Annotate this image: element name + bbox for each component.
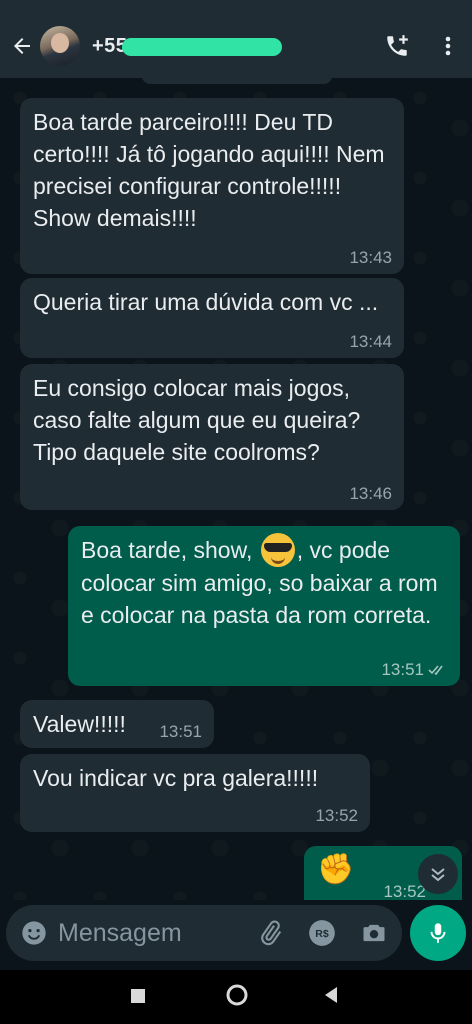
- mic-icon: [430, 923, 446, 943]
- message-incoming[interactable]: Queria tirar uma dúvida com vc ... 13:44: [20, 278, 404, 358]
- message-time: 13:46: [349, 484, 392, 503]
- message-time: 13:43: [349, 248, 392, 267]
- emoji-icon[interactable]: [20, 919, 48, 947]
- date-chip: [142, 78, 332, 84]
- message-time: 13:52: [383, 882, 426, 900]
- system-nav-bar: [0, 970, 472, 1024]
- message-text: Vou indicar vc pra galera!!!!!: [33, 765, 319, 791]
- camera-icon[interactable]: [360, 919, 388, 947]
- back-arrow-icon: [14, 38, 30, 54]
- contact-name[interactable]: +55 11 98525-0265: [92, 35, 282, 58]
- oncoming-fist-icon: ✊: [317, 853, 355, 886]
- back-button[interactable]: [4, 28, 40, 64]
- chat-header: +55 11 98525-0265: [0, 14, 472, 78]
- message-incoming[interactable]: Boa tarde parceiro!!!! Deu TD certo!!!! …: [20, 98, 404, 274]
- voice-record-button[interactable]: [410, 905, 466, 961]
- message-incoming[interactable]: Vou indicar vc pra galera!!!!! 13:52: [20, 754, 370, 832]
- message-time: 13:44: [349, 332, 392, 351]
- message-input-container: R$: [6, 905, 402, 961]
- message-text: Eu consigo colocar mais jogos, caso falt…: [33, 375, 361, 465]
- message-time: 13:52: [315, 806, 358, 825]
- message-time: 13:51: [381, 660, 424, 679]
- message-input[interactable]: [58, 915, 258, 951]
- attach-icon[interactable]: [256, 919, 284, 947]
- message-outgoing[interactable]: Boa tarde, show, , vc pode colocar sim a…: [68, 526, 460, 686]
- double-chevron-down-icon: [431, 868, 445, 882]
- back-nav-icon[interactable]: [322, 986, 340, 1004]
- message-text: Boa tarde parceiro!!!! Deu TD certo!!!! …: [33, 109, 385, 231]
- add-call-icon[interactable]: [384, 33, 410, 59]
- scroll-to-bottom-button[interactable]: [418, 854, 458, 894]
- home-icon[interactable]: [225, 983, 249, 1007]
- status-bar: [0, 0, 472, 14]
- more-vert-icon[interactable]: [438, 34, 458, 58]
- message-incoming[interactable]: Valew!!!!! 13:51: [20, 700, 214, 748]
- message-text-before-emoji: Boa tarde, show,: [81, 537, 253, 563]
- message-text: Queria tirar uma dúvida com vc ...: [33, 289, 379, 315]
- message-list[interactable]: Boa tarde parceiro!!!! Deu TD certo!!!! …: [0, 78, 472, 900]
- avatar[interactable]: [40, 26, 80, 66]
- message-incoming[interactable]: Eu consigo colocar mais jogos, caso falt…: [20, 364, 404, 510]
- redaction-mark: [122, 37, 282, 56]
- read-ticks-icon: [428, 665, 443, 676]
- payment-icon[interactable]: R$: [308, 919, 336, 947]
- composer-bar: R$: [0, 900, 472, 970]
- message-time: 13:51: [159, 722, 202, 741]
- recents-icon[interactable]: [130, 988, 146, 1004]
- message-text: Valew!!!!!: [33, 711, 126, 737]
- smiling-face-with-sunglasses-icon: [260, 532, 295, 567]
- svg-text:R$: R$: [315, 928, 329, 940]
